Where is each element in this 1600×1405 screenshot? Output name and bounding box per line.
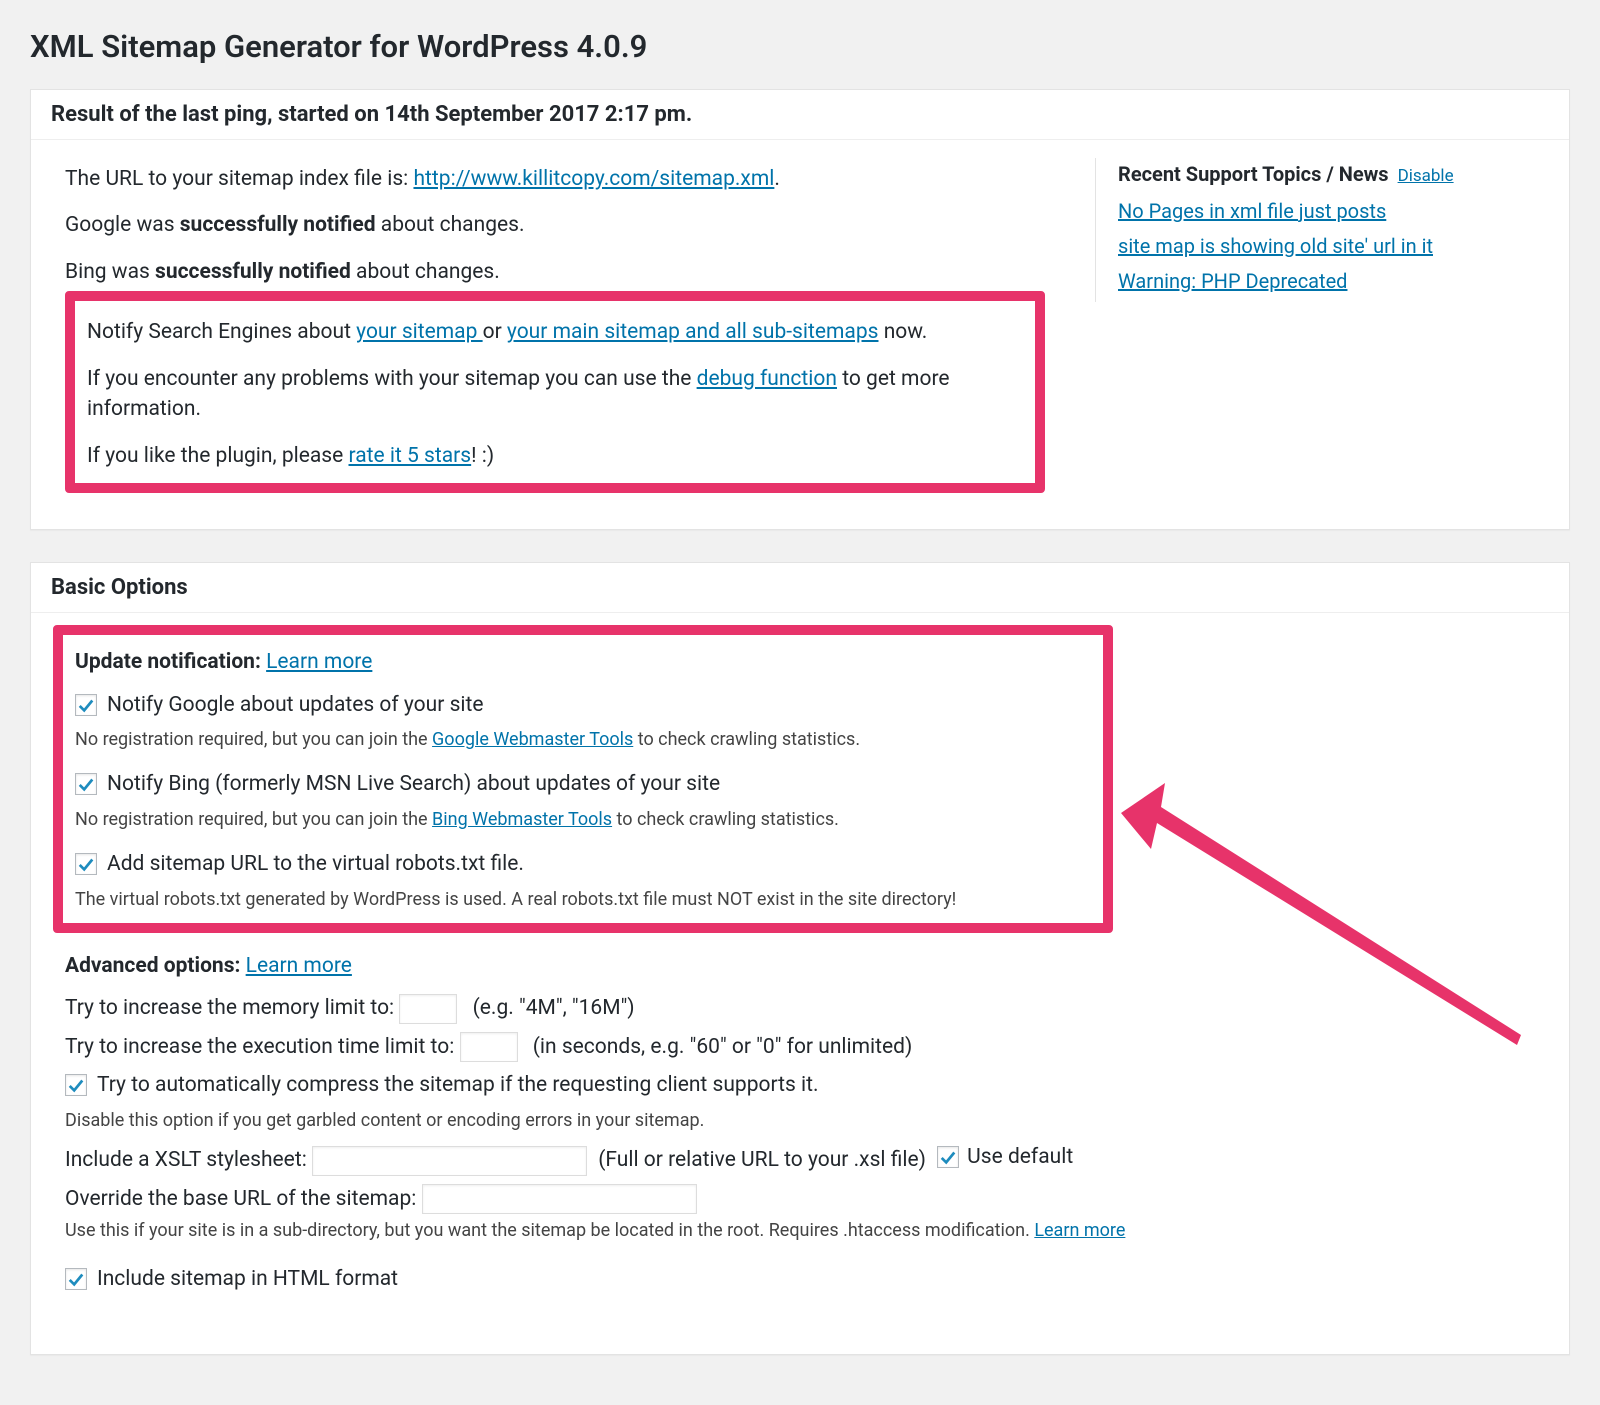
support-topic-link[interactable]: Warning: PHP Deprecated [1118,267,1535,296]
memory-limit-input[interactable] [399,994,457,1024]
html-format-option[interactable]: Include sitemap in HTML format [65,1264,398,1294]
base-url-input[interactable] [422,1184,697,1214]
notify-bing-label: Notify Bing (formerly MSN Live Search) a… [107,769,720,799]
xslt-label: Include a XSLT stylesheet: [65,1148,307,1172]
page-title: XML Sitemap Generator for WordPress 4.0.… [30,28,1570,65]
robots-txt-option[interactable]: Add sitemap URL to the virtual robots.tx… [75,849,524,879]
notify-bing-option[interactable]: Notify Bing (formerly MSN Live Search) a… [75,769,720,799]
xslt-hint: (Full or relative URL to your .xsl file) [598,1148,926,1172]
exec-time-input[interactable] [460,1032,518,1062]
support-topics-heading: Recent Support Topics / News [1118,162,1389,186]
html-format-label: Include sitemap in HTML format [97,1264,398,1294]
base-url-desc: Use this if your site is in a sub-direct… [65,1220,1034,1241]
memory-limit-label: Try to increase the memory limit to: [65,996,394,1020]
xslt-default-checkbox[interactable] [937,1146,959,1168]
ping-result-heading: Result of the last ping, started on 14th… [31,90,1569,140]
advanced-options-title: Advanced options: [65,954,240,978]
callout-update-notification: Update notification: Learn more Notify G… [53,625,1113,933]
advanced-options-learn-more-link[interactable]: Learn more [246,954,352,978]
support-topics-disable-link[interactable]: Disable [1398,166,1454,186]
notify-google-label: Notify Google about updates of your site [107,690,484,720]
notify-your-sitemap-link[interactable]: your sitemap [356,320,482,344]
notify-google-checkbox[interactable] [75,694,97,716]
html-format-checkbox[interactable] [65,1268,87,1290]
xslt-input[interactable] [312,1146,587,1176]
callout-notify-box: Notify Search Engines about your sitemap… [65,291,1045,493]
xslt-default-option[interactable]: Use default [937,1142,1073,1172]
sitemap-url-link[interactable]: http://www.killitcopy.com/sitemap.xml [413,167,774,191]
google-webmaster-tools-link[interactable]: Google Webmaster Tools [432,729,633,750]
ping-result-panel: Result of the last ping, started on 14th… [30,89,1570,530]
support-topic-link[interactable]: No Pages in xml file just posts [1118,197,1535,226]
exec-time-hint: (in seconds, e.g. "60" or "0" for unlimi… [533,1035,913,1059]
rate-link[interactable]: rate it 5 stars [349,444,472,468]
notify-engines-line: Notify Search Engines about your sitemap… [87,317,1023,347]
update-notification-title: Update notification: [75,650,261,674]
notify-all-sitemaps-link[interactable]: your main sitemap and all sub-sitemaps [507,320,879,344]
notify-bing-checkbox[interactable] [75,773,97,795]
compress-checkbox[interactable] [65,1074,87,1096]
exec-time-label: Try to increase the execution time limit… [65,1035,454,1059]
base-url-learn-more-link[interactable]: Learn more [1034,1220,1125,1241]
support-topics-sidebar: Recent Support Topics / News Disable No … [1095,158,1535,302]
sitemap-url-line: The URL to your sitemap index file is: h… [65,164,1065,194]
xslt-default-label: Use default [967,1142,1073,1172]
robots-txt-desc: The virtual robots.txt generated by Word… [75,887,1091,913]
bing-notify-line: Bing was successfully notified about cha… [65,257,1065,287]
support-topic-link[interactable]: site map is showing old site' url in it [1118,232,1535,261]
rate-line: If you like the plugin, please rate it 5… [87,441,1023,471]
basic-options-panel: Basic Options Update notification: Learn… [30,562,1570,1355]
debug-function-link[interactable]: debug function [697,367,837,391]
basic-options-heading: Basic Options [31,563,1569,613]
google-notify-line: Google was successfully notified about c… [65,210,1065,240]
notify-google-option[interactable]: Notify Google about updates of your site [75,690,484,720]
robots-txt-checkbox[interactable] [75,853,97,875]
compress-option[interactable]: Try to automatically compress the sitema… [65,1070,819,1100]
base-url-label: Override the base URL of the sitemap: [65,1187,416,1211]
compress-desc: Disable this option if you get garbled c… [65,1108,1535,1134]
ping-result-main: The URL to your sitemap index file is: h… [65,158,1095,501]
bing-webmaster-tools-link[interactable]: Bing Webmaster Tools [432,809,612,830]
debug-line: If you encounter any problems with your … [87,364,1023,425]
compress-label: Try to automatically compress the sitema… [97,1070,819,1100]
robots-txt-label: Add sitemap URL to the virtual robots.tx… [107,849,524,879]
memory-limit-hint: (e.g. "4M", "16M") [473,996,635,1020]
update-notification-learn-more-link[interactable]: Learn more [266,650,372,674]
sitemap-url-prefix: The URL to your sitemap index file is: [65,167,413,191]
